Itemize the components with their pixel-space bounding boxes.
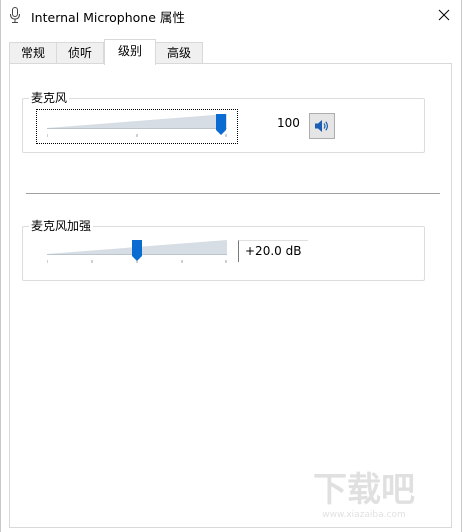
boost-value-display: +20.0 dB [238,240,308,262]
tab-label: 常规 [20,46,45,60]
properties-window: Internal Microphone 属性 常规 侦听 级别 高级 麦克风 1… [0,0,462,532]
watermark-logo: 下载吧 www.xiazaiba.com [313,470,415,520]
tab-listen[interactable]: 侦听 [56,42,104,63]
microphone-boost-group-label: 麦克风加强 [29,219,94,233]
window-title: Internal Microphone 属性 [31,10,185,25]
tab-label: 高级 [166,46,191,60]
microphone-level-slider[interactable] [47,112,227,138]
close-button[interactable] [433,4,455,26]
microphone-group-label: 麦克风 [29,91,70,105]
section-separator [26,193,440,194]
svg-text:www.xiazaiba.com: www.xiazaiba.com [322,510,406,520]
tab-label: 级别 [117,44,142,58]
microphone-level-value: 100 [277,116,300,130]
microphone-boost-group: 麦克风加强 +20.0 dB [22,219,425,281]
close-icon [438,9,450,21]
microphone-icon [10,7,20,23]
speaker-icon [315,120,328,132]
tab-label: 侦听 [67,46,92,60]
slider-track-wedge [47,114,227,128]
svg-text:下载吧: 下载吧 [313,470,415,510]
title-bar: Internal Microphone 属性 [1,0,461,30]
microphone-group: 麦克风 100 [22,91,425,153]
levels-panel: 麦克风 100 麦克风加强 +20.0 dB 下载吧 www.xiazaiba.… [9,63,452,528]
tab-advanced[interactable]: 高级 [155,42,203,63]
tab-general[interactable]: 常规 [9,42,57,63]
slider-thumb[interactable] [216,114,226,135]
tab-levels[interactable]: 级别 [104,39,156,65]
boost-value-text: +20.0 dB [245,244,302,258]
slider-thumb[interactable] [132,240,142,261]
mute-toggle-button[interactable] [309,113,335,139]
microphone-boost-slider[interactable] [47,238,227,264]
